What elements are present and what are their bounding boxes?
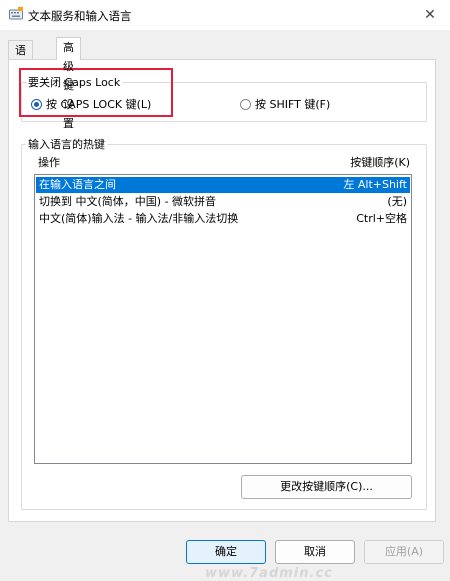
hotkey-keys: 左 Alt+Shift [343, 178, 407, 191]
hotkey-list[interactable]: 在输入语言之间 左 Alt+Shift 切换到 中文(简体，中国) - 微软拼音… [34, 174, 412, 464]
radio-caps-lock-key[interactable]: 按 CAPS LOCK 键(L) [31, 96, 151, 112]
hotkey-action: 中文(简体)输入法 - 输入法/非输入法切换 [39, 212, 239, 225]
hotkeys-group-label: 输入语言的热键 [28, 138, 105, 151]
hotkey-keys: Ctrl+空格 [356, 212, 407, 225]
hotkey-row[interactable]: 切换到 中文(简体，中国) - 微软拼音 (无) [36, 194, 410, 210]
apply-button[interactable]: 应用(A) [364, 540, 444, 564]
tab-language-bar[interactable]: 语言栏 [8, 40, 33, 95]
radio-caps-lock-label: 按 CAPS LOCK 键(L) [46, 98, 152, 111]
change-key-sequence-button[interactable]: 更改按键顺序(C)... [241, 475, 412, 499]
radio-unselected-icon[interactable] [240, 98, 251, 110]
window-title: 文本服务和输入语言 [28, 9, 132, 23]
watermark: www.7admin.cc [205, 566, 333, 581]
column-header-action: 操作 [38, 156, 60, 169]
radio-shift-key[interactable]: 按 SHIFT 键(F) [240, 96, 330, 112]
cancel-button[interactable]: 取消 [275, 540, 355, 564]
title-bar: 文本服务和输入语言 ✕ [0, 0, 450, 30]
keyboard-app-icon [9, 7, 23, 20]
hotkey-row[interactable]: 在输入语言之间 左 Alt+Shift [36, 177, 410, 193]
ok-button[interactable]: 确定 [186, 540, 266, 564]
hotkey-action: 在输入语言之间 [39, 178, 116, 191]
radio-shift-label: 按 SHIFT 键(F) [255, 98, 331, 111]
close-icon[interactable]: ✕ [418, 4, 442, 26]
hotkey-keys: (无) [387, 195, 407, 208]
radio-selected-icon[interactable] [31, 98, 42, 110]
hotkey-action: 切换到 中文(简体，中国) - 微软拼音 [39, 195, 217, 208]
column-header-key-sequence: 按键顺序(K) [350, 156, 410, 169]
tab-advanced-key-settings[interactable]: 高级键设置 [56, 37, 81, 130]
hotkey-row[interactable]: 中文(简体)输入法 - 输入法/非输入法切换 Ctrl+空格 [36, 211, 410, 227]
